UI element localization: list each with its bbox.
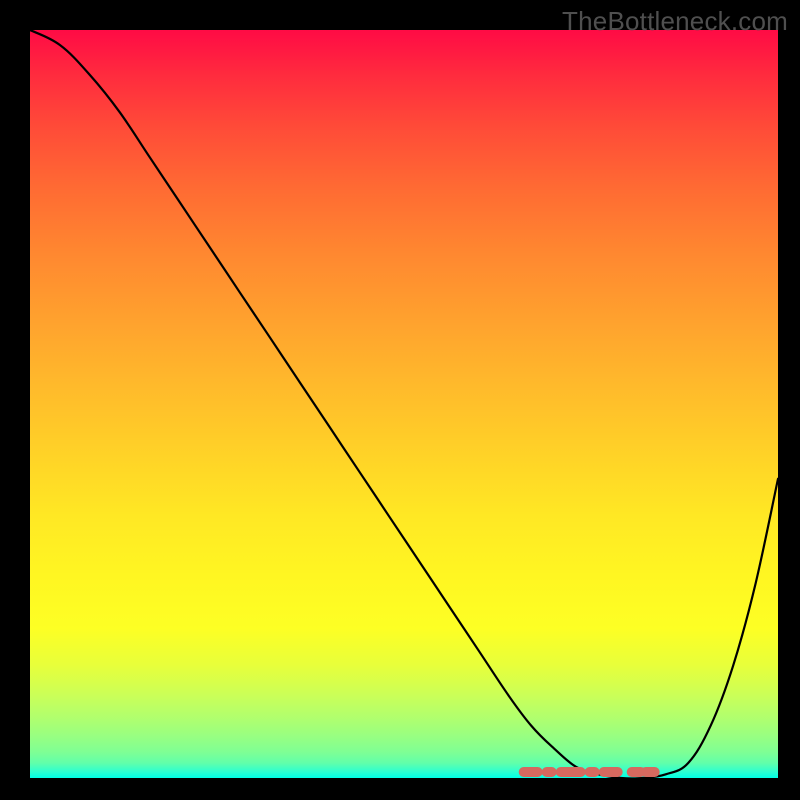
bottleneck-curve <box>30 30 778 779</box>
chart-overlay <box>30 30 778 778</box>
chart-frame: TheBottleneck.com <box>0 0 800 800</box>
watermark-text: TheBottleneck.com <box>562 6 788 37</box>
